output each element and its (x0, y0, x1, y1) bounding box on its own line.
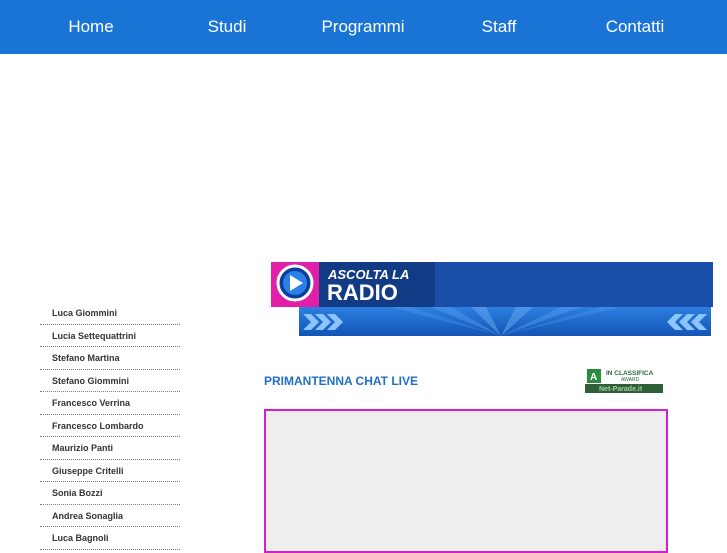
listen-radio-banner[interactable]: ASCOLTA LA RADIO (271, 262, 713, 336)
net-parade-award-badge[interactable]: A IN CLASSIFICA AWARD Net-Parade.it (585, 368, 663, 393)
award-line1: IN CLASSIFICA (606, 370, 654, 377)
staff-item[interactable]: Luca Bagnoli (40, 527, 180, 550)
staff-list: Luca Giommini Lucia Settequattrini Stefa… (40, 302, 180, 550)
staff-item[interactable]: Lucia Settequattrini (40, 325, 180, 347)
award-badge-graphic: A IN CLASSIFICA AWARD Net-Parade.it (585, 368, 663, 393)
nav-programmi[interactable]: Programmi (295, 0, 431, 54)
svg-text:A: A (590, 372, 597, 383)
staff-item[interactable]: Sonia Bozzi (40, 482, 180, 505)
staff-item[interactable]: Andrea Sonaglia (40, 505, 180, 527)
nav-staff[interactable]: Staff (431, 0, 567, 54)
nav-contatti[interactable]: Contatti (567, 0, 703, 54)
staff-item[interactable]: Luca Giommini (40, 302, 180, 325)
chat-embed-frame[interactable] (264, 409, 668, 553)
chat-title: PRIMANTENNA CHAT LIVE (264, 374, 418, 388)
award-site: Net-Parade.it (599, 386, 643, 393)
radio-banner-graphic: ASCOLTA LA RADIO (271, 262, 713, 336)
nav-studi[interactable]: Studi (159, 0, 295, 54)
staff-item[interactable]: Francesco Lombardo (40, 415, 180, 437)
staff-item[interactable]: Giuseppe Critelli (40, 460, 180, 482)
staff-item[interactable]: Stefano Martina (40, 347, 180, 370)
radio-banner-line2: RADIO (327, 280, 398, 305)
staff-item[interactable]: Stefano Giommini (40, 370, 180, 392)
top-navigation-bar: Home Studi Programmi Staff Contatti (0, 0, 727, 54)
award-line2: AWARD (621, 377, 640, 383)
staff-item[interactable]: Maurizio Panti (40, 437, 180, 460)
staff-item[interactable]: Francesco Verrina (40, 392, 180, 415)
nav-home[interactable]: Home (23, 0, 159, 54)
